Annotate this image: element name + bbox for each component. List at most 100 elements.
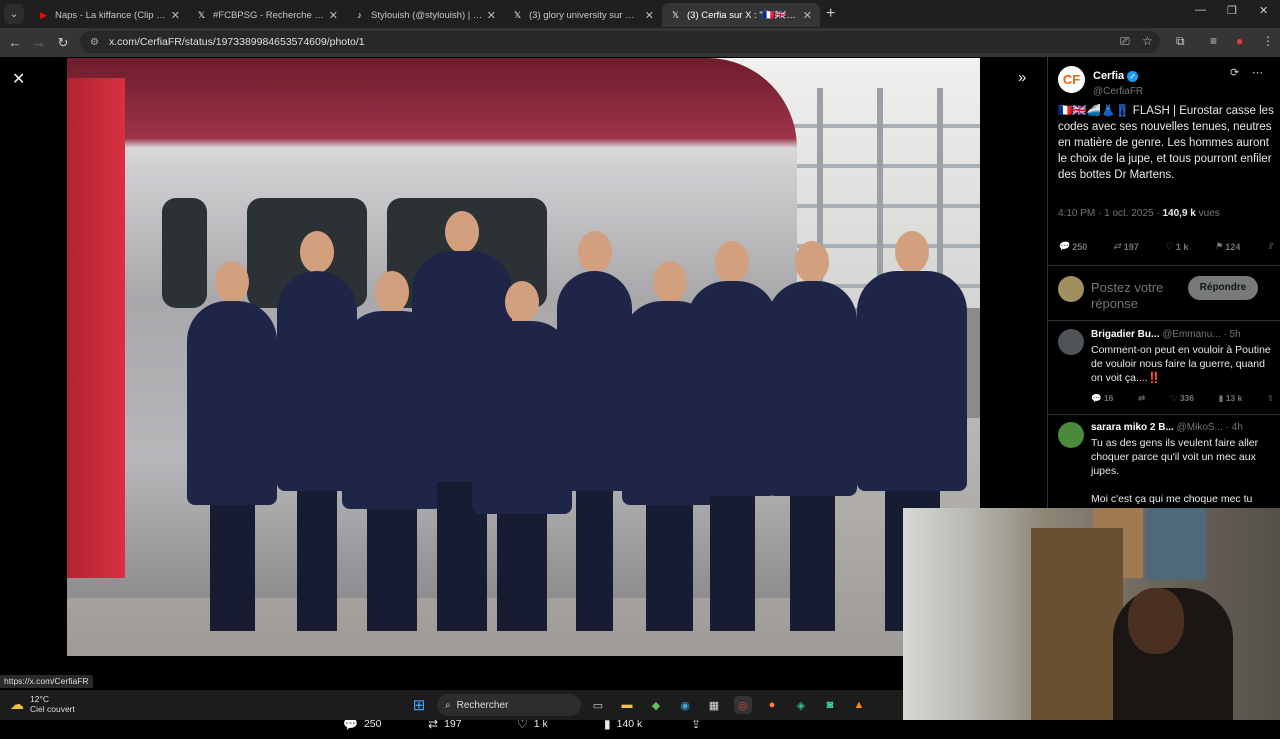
edge-icon[interactable]: ◉ (676, 696, 694, 714)
taskbar-search[interactable]: ⌕ Rechercher (437, 694, 581, 716)
comment-author-handle[interactable]: @MikoS... (1177, 422, 1223, 433)
store-icon[interactable]: ▦ (705, 696, 723, 714)
repost-icon: ⇄ (1113, 241, 1121, 251)
comment-author-name[interactable]: sarara miko 2 B... (1091, 422, 1174, 433)
author-handle[interactable]: @CerfiaFR (1093, 86, 1143, 97)
close-tab-icon[interactable]: ✕ (329, 9, 338, 22)
comment-author-name[interactable]: Brigadier Bu... (1091, 329, 1159, 340)
extensions-icon[interactable]: ⧉ (1176, 34, 1185, 49)
comment-item[interactable]: Brigadier Bu... @Emmanu... · 5h Comment-… (1058, 329, 1274, 409)
comment-views-button[interactable]: ▮ 13 k (1219, 393, 1243, 404)
comment-avatar[interactable] (1058, 422, 1084, 448)
reply-input[interactable]: Postez votre réponse (1091, 280, 1201, 312)
tab-search-button[interactable]: ⌄ (4, 4, 24, 24)
cast-icon[interactable]: ⎚ (1120, 34, 1130, 49)
comment-reply-count: 16 (1103, 393, 1114, 403)
browser-tab[interactable]: 𝕏 (3) Cerfia sur X : "🇫🇷🇬🇧🚄👗👖 ✕ (662, 3, 820, 27)
comment-author-handle[interactable]: @Emmanu... (1162, 329, 1221, 340)
photo-person-legs (367, 509, 417, 631)
cloud-sun-icon: ☁ (10, 695, 24, 712)
profile-icon[interactable]: ● (1236, 34, 1243, 48)
webcam-person-head (1128, 588, 1184, 654)
browser-menu-icon[interactable]: ⋮ (1262, 34, 1274, 48)
discord-icon[interactable]: ◙ (821, 696, 839, 714)
tweet-bookmark-count: 124 (1225, 241, 1241, 252)
weather-temp: 12°C (30, 694, 49, 704)
photo-person-head (300, 231, 334, 273)
close-viewer-icon[interactable]: ✕ (12, 69, 25, 89)
photo-person-head (577, 231, 612, 273)
comment-reply-button[interactable]: 💬 16 (1091, 393, 1113, 404)
browser-tab[interactable]: ▶ Naps - La kiffance (Clip Officiel) ✕ (30, 3, 188, 27)
bookmark-star-icon[interactable]: ☆ (1142, 34, 1153, 48)
tweet-author[interactable]: CF Cerfia ✓ @CerfiaFR (1058, 66, 1143, 97)
chrome-icon[interactable]: ◎ (734, 696, 752, 714)
tab-title: Naps - La kiffance (Clip Officiel) (55, 9, 167, 21)
reload-icon[interactable]: ↻ (51, 35, 75, 51)
back-icon[interactable]: ← (3, 35, 27, 50)
photo-person-uniform (857, 271, 967, 491)
photo-person-head (445, 211, 479, 253)
xbox-icon[interactable]: ◆ (647, 696, 665, 714)
tweet-photo[interactable] (67, 58, 980, 656)
author-avatar[interactable]: CF (1058, 66, 1085, 93)
windows-start-icon[interactable]: ⊞ (410, 696, 428, 714)
browser-tab-bar: ⌄ ▶ Naps - La kiffance (Clip Officiel) ✕ 𝕏 #… (0, 0, 1280, 28)
tweet-share-button[interactable]: ⇪ (1266, 241, 1274, 252)
tab-title: (3) Cerfia sur X : "🇫🇷🇬🇧🚄👗👖 (687, 9, 799, 21)
forward-icon[interactable]: → (27, 35, 51, 50)
photo-action-bar: 💬 250 ⇄ 197 ♡ 1 k ▮ 140 k ⇪ (0, 717, 1046, 739)
comment-share-button[interactable]: ⇪ (1267, 393, 1274, 404)
author-name[interactable]: Cerfia (1093, 70, 1124, 82)
comment-repost-button[interactable]: ⇄ (1138, 393, 1145, 404)
close-tab-icon[interactable]: ✕ (487, 9, 496, 22)
comment-header: Brigadier Bu... @Emmanu... · 5h (1091, 329, 1274, 340)
more-options-icon[interactable]: ⋯ (1252, 66, 1263, 79)
browser-tab[interactable]: ♪ Stylouish (@stylouish) | TikTok ✕ (346, 3, 504, 27)
new-tab-button[interactable]: + (826, 5, 835, 23)
task-view-icon[interactable]: ▭ (589, 696, 607, 714)
webcam-poster (1146, 508, 1206, 580)
comment-text: Comment-on peut en vouloir à Poutine de … (1091, 344, 1271, 384)
search-icon: ⌕ (445, 699, 451, 711)
comment-item[interactable]: sarara miko 2 B... @MikoS... · 4h Tu as … (1058, 422, 1274, 512)
browser-tab[interactable]: 𝕏 #FCBPSG - Recherche / X ✕ (188, 3, 346, 27)
maximize-icon[interactable]: ❐ (1227, 4, 1237, 17)
tweet-repost-button[interactable]: ⇄ 197 (1113, 241, 1139, 252)
youtube-icon: ▶ (40, 9, 47, 20)
close-tab-icon[interactable]: ✕ (645, 9, 654, 22)
photo-person-head (895, 231, 929, 273)
photo-person-legs (209, 504, 255, 631)
minimize-icon[interactable]: — (1195, 4, 1206, 16)
photo-train-door (67, 78, 125, 578)
site-info-icon[interactable]: ⚙ (90, 37, 99, 48)
tweet-like-button[interactable]: ♡ 1 k (1165, 241, 1189, 252)
file-explorer-icon[interactable]: ▬ (618, 696, 636, 714)
expand-panel-icon[interactable]: » (1018, 69, 1026, 86)
tweet-reply-count: 250 (1072, 241, 1088, 252)
close-window-icon[interactable]: ✕ (1259, 4, 1268, 17)
app-icon[interactable]: ◈ (792, 696, 810, 714)
firefox-icon[interactable]: ● (763, 696, 781, 714)
verified-badge-icon: ✓ (1127, 71, 1139, 82)
comment-like-button[interactable]: ♡ 336 (1170, 393, 1194, 404)
url-text: x.com/CerfiaFR/status/197338998465357460… (108, 36, 365, 48)
grok-icon[interactable]: ⟳ (1230, 66, 1239, 79)
tweet-bookmark-button[interactable]: ⚑ 124 (1214, 241, 1240, 252)
tab-strip: ▶ Naps - La kiffance (Clip Officiel) ✕ 𝕏 #FC… (30, 1, 820, 27)
comment-avatar[interactable] (1058, 329, 1084, 355)
close-tab-icon[interactable]: ✕ (803, 9, 812, 22)
media-icon[interactable]: ≡ (1210, 34, 1217, 48)
divider (1048, 320, 1280, 321)
browser-tab[interactable]: 𝕏 (3) glory university sur X : "Il y a ✕ (504, 3, 662, 27)
vlc-icon[interactable]: ▲ (850, 696, 868, 714)
close-tab-icon[interactable]: ✕ (171, 9, 180, 22)
weather-widget[interactable]: ☁ 12°C Ciel couvert (10, 694, 75, 714)
tweet-reply-button[interactable]: 💬 250 (1058, 241, 1087, 252)
avatar (1058, 276, 1084, 302)
photo-person-legs (709, 495, 755, 631)
url-bar[interactable]: ⚙ x.com/CerfiaFR/status/1973389984653574… (80, 31, 1160, 53)
tweet-time: 4:10 PM · 1 oct. 2025 · (1058, 208, 1163, 219)
reply-submit-button[interactable]: Répondre (1188, 276, 1258, 300)
photo-person (557, 231, 632, 631)
